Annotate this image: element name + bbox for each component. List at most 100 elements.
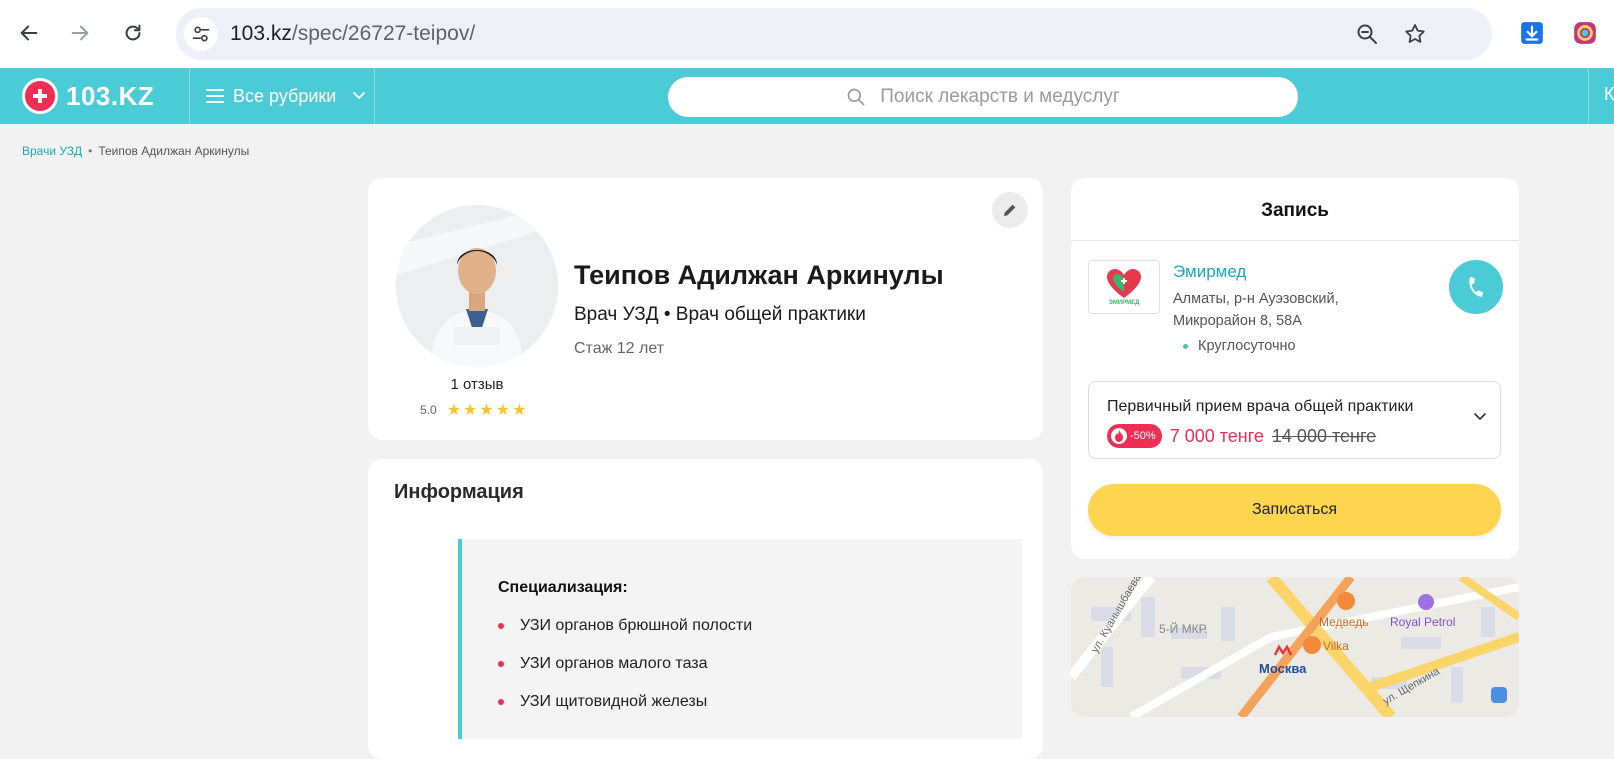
list-item: УЗИ органов малого таза [498,655,708,673]
browser-toolbar: 103.kz/spec/26727-teipov/ [0,0,1614,68]
discount-text: -50% [1130,430,1156,442]
url-host: 103.kz [230,22,292,45]
list-item: УЗИ щитовидной железы [498,693,707,711]
extension-icon [1574,22,1596,44]
fire-icon [1111,428,1127,444]
zoom-icon [1357,24,1377,44]
header-cut-text[interactable]: К [1604,84,1614,105]
breadcrumb-link[interactable]: Врачи УЗД [22,144,82,158]
url-text[interactable]: 103.kz/spec/26727-teipov/ [230,22,475,46]
map-place-label: Vilka [1323,639,1349,653]
doctor-profile-card: Теипов Адилжан Аркинулы Врач УЗД • Врач … [368,178,1043,440]
clinic-hours: Круглосуточно [1183,338,1296,354]
search-input[interactable]: Поиск лекарств и медуслуг [668,77,1298,117]
site-info-button[interactable] [184,17,218,51]
price-row: -50% 7 000 тенге 14 000 тенге [1107,424,1376,448]
site-header: 103.KZ Все рубрики Поиск лекарств и меду… [0,68,1614,124]
booking-card: Запись ЭМИРМЕД Эмирмед Алматы, р-н Ауэзо… [1071,178,1519,559]
search-placeholder: Поиск лекарств и медуслуг [880,86,1120,107]
reload-button[interactable] [116,16,150,50]
clinic-logo[interactable]: ЭМИРМЕД [1088,260,1160,314]
clinic-name-link[interactable]: Эмирмед [1173,262,1246,282]
phone-icon [1469,277,1483,297]
bookmark-button[interactable] [1402,21,1428,47]
address-line: Алматы, р-н Ауэзовский, [1173,291,1339,307]
reload-icon [125,24,141,41]
cross-icon [22,78,58,114]
list-item-text: УЗИ органов брюшной полости [520,617,753,634]
hours-text: Круглосуточно [1198,338,1296,354]
clinic-address: Алматы, р-н Ауэзовский, Микрорайон 8, 58… [1173,288,1339,332]
hamburger-icon [206,89,224,103]
map-place-label: Royal Petrol [1390,615,1456,629]
edit-button[interactable] [992,192,1028,228]
price-new: 7 000 тенге [1169,425,1264,446]
back-button[interactable] [12,16,46,50]
chevron-down-icon [1474,413,1486,420]
pencil-icon [1004,204,1016,216]
info-title: Информация [394,481,524,503]
header-divider [189,68,190,124]
arrow-right-icon [71,25,89,41]
zoom-button[interactable] [1354,21,1380,47]
address-line: Микрорайон 8, 58А [1173,313,1302,329]
book-appointment-button[interactable]: Записаться [1088,484,1501,536]
heart-icon [1107,269,1141,298]
clinic-logo-text: ЭМИРМЕД [1108,300,1140,306]
map-metro-label: Москва [1259,661,1307,676]
bullet-icon [498,661,504,667]
list-item: УЗИ органов брюшной полости [498,617,752,635]
map-background [1071,577,1519,717]
star-icon: ★ [463,402,478,419]
chevron-down-icon [353,92,366,99]
open-status-dot [1183,343,1188,349]
doctor-experience: Стаж 12 лет [574,340,665,357]
rating-value: 5.0 [420,403,437,417]
tune-icon [192,26,210,42]
information-card: Информация Специализация: УЗИ органов бр… [368,459,1043,759]
booking-title: Запись [1261,200,1329,221]
star-icon: ★ [479,402,494,419]
doctor-avatar [396,205,558,367]
reviews-link[interactable]: 1 отзыв [396,376,558,393]
star-icon: ★ [512,402,527,419]
breadcrumb-current: Теипов Адилжан Аркинулы [98,144,250,158]
specialization-box: Специализация: УЗИ органов брюшной полос… [458,539,1022,739]
star-icon: ★ [446,402,462,419]
header-divider [1588,68,1589,124]
forward-button[interactable] [63,16,97,50]
specialization-heading: Специализация: [498,579,628,596]
extension-button[interactable] [1570,18,1600,48]
star-icon: ★ [495,402,511,419]
address-bar[interactable]: 103.kz/spec/26727-teipov/ [176,8,1492,60]
divider [1071,240,1519,241]
doctor-specialties: Врач УЗД • Врач общей практики [574,304,866,325]
discount-badge: -50% [1107,424,1162,448]
map-district-label: 5-Й МКР. [1159,622,1208,636]
arrow-left-icon [20,25,38,41]
list-item-text: УЗИ органов малого таза [520,655,708,672]
downloads-button[interactable] [1517,18,1547,48]
site-logo[interactable]: 103.KZ [22,78,154,114]
service-name: Первичный прием врача общей практики [1107,398,1414,415]
star-outline-icon [1405,24,1425,43]
url-path: /spec/26727-teipov/ [291,22,476,45]
logo-text: 103.KZ [66,80,155,111]
download-icon [1521,22,1543,44]
bullet-icon [498,623,504,629]
map-place-label: Медведь [1319,615,1369,629]
search-icon [847,88,865,106]
breadcrumb-separator: • [88,144,93,158]
breadcrumb: Врачи УЗД • Теипов Адилжан Аркинулы [22,144,249,158]
doctor-name: Теипов Адилжан Аркинулы [574,260,944,290]
price-old: 14 000 тенге [1271,425,1377,446]
rubrics-menu-button[interactable]: Все рубрики [206,68,366,124]
service-select[interactable]: Первичный прием врача общей практики -50… [1088,381,1501,459]
bullet-icon [498,699,504,705]
rating: 5.0 ★ ★ ★ ★ ★ [420,400,526,420]
call-button[interactable] [1449,260,1503,314]
map[interactable]: ул. Куанышбаева 5-Й МКР. Медведь Royal P… [1071,577,1519,717]
list-item-text: УЗИ щитовидной железы [520,693,708,710]
rubrics-label: Все рубрики [233,85,337,106]
header-divider [374,68,375,124]
